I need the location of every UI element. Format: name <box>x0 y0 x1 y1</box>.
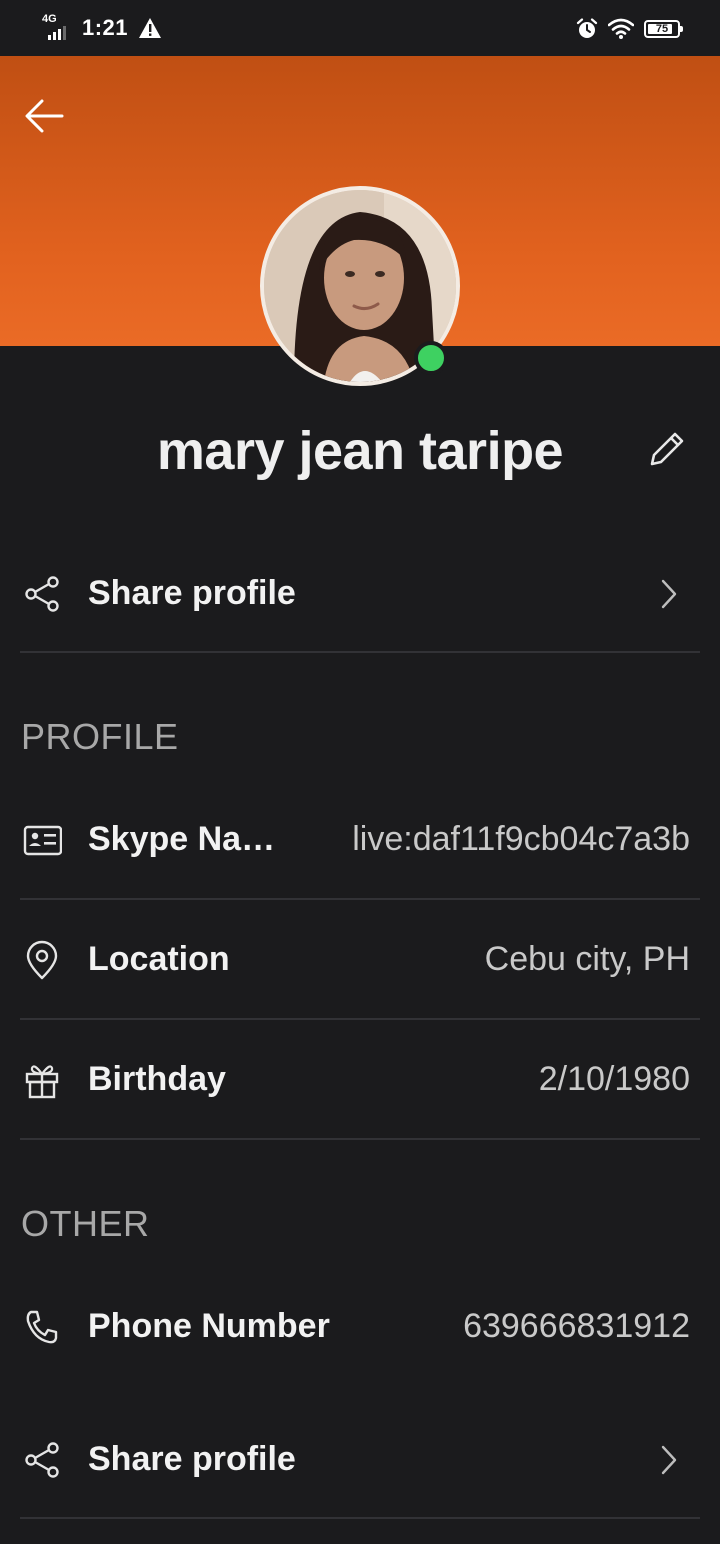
edit-pencil-icon[interactable] <box>644 426 690 472</box>
divider <box>20 1018 700 1020</box>
birthday-row[interactable]: Birthday 2/10/1980 <box>20 1050 700 1110</box>
share-icon <box>25 1442 59 1478</box>
share-profile-row-bottom[interactable]: Share profile <box>20 1430 700 1490</box>
battery-icon: 75 <box>644 20 683 38</box>
section-title-other: OTHER <box>21 1203 150 1244</box>
phone-number-row[interactable]: Phone Number 639666831912 <box>20 1297 700 1357</box>
share-profile-row[interactable]: Share profile <box>20 564 700 624</box>
clock: 1:21 <box>82 15 129 40</box>
phone-number-label: Phone Number <box>88 1307 330 1345</box>
signal-icon: 4G <box>42 14 72 42</box>
back-arrow-icon[interactable] <box>22 96 66 136</box>
alarm-icon <box>576 18 598 38</box>
phone-number-value[interactable]: 639666831912 <box>463 1307 690 1346</box>
skype-name-row[interactable]: Skype Na… live:daf11f9cb04c7a3b <box>20 810 700 870</box>
status-bar: 4G 1:21 75 <box>0 0 720 56</box>
status-right: 75 <box>576 16 683 42</box>
share-profile-label: Share profile <box>88 574 296 612</box>
battery-level: 75 <box>655 23 669 35</box>
profile-name: mary jean taripe <box>156 421 564 481</box>
chevron-right-icon <box>661 1445 677 1475</box>
location-row[interactable]: Location Cebu city, PH <box>20 930 700 990</box>
birthday-value: 2/10/1980 <box>538 1060 690 1098</box>
warning-icon <box>139 18 162 38</box>
section-title-profile: PROFILE <box>21 716 179 757</box>
divider <box>20 1517 700 1519</box>
share-icon <box>25 576 59 612</box>
id-card-icon <box>23 825 62 856</box>
phone-icon <box>26 1310 58 1344</box>
divider <box>20 1138 700 1140</box>
gift-icon <box>25 1065 59 1099</box>
network-type: 4G <box>42 13 57 25</box>
location-value: Cebu city, PH <box>484 940 690 978</box>
location-label: Location <box>88 940 230 978</box>
chevron-right-icon <box>661 579 677 609</box>
status-left: 4G 1:21 <box>42 14 162 42</box>
divider <box>20 651 700 653</box>
birthday-label: Birthday <box>88 1060 226 1098</box>
divider <box>20 898 700 900</box>
skype-name-value: live:daf11f9cb04c7a3b <box>352 820 690 858</box>
location-pin-icon <box>26 940 58 980</box>
online-status-dot <box>414 341 448 375</box>
share-profile-label: Share profile <box>88 1440 296 1478</box>
skype-name-label: Skype Na… <box>88 820 276 858</box>
wifi-icon <box>608 18 634 39</box>
